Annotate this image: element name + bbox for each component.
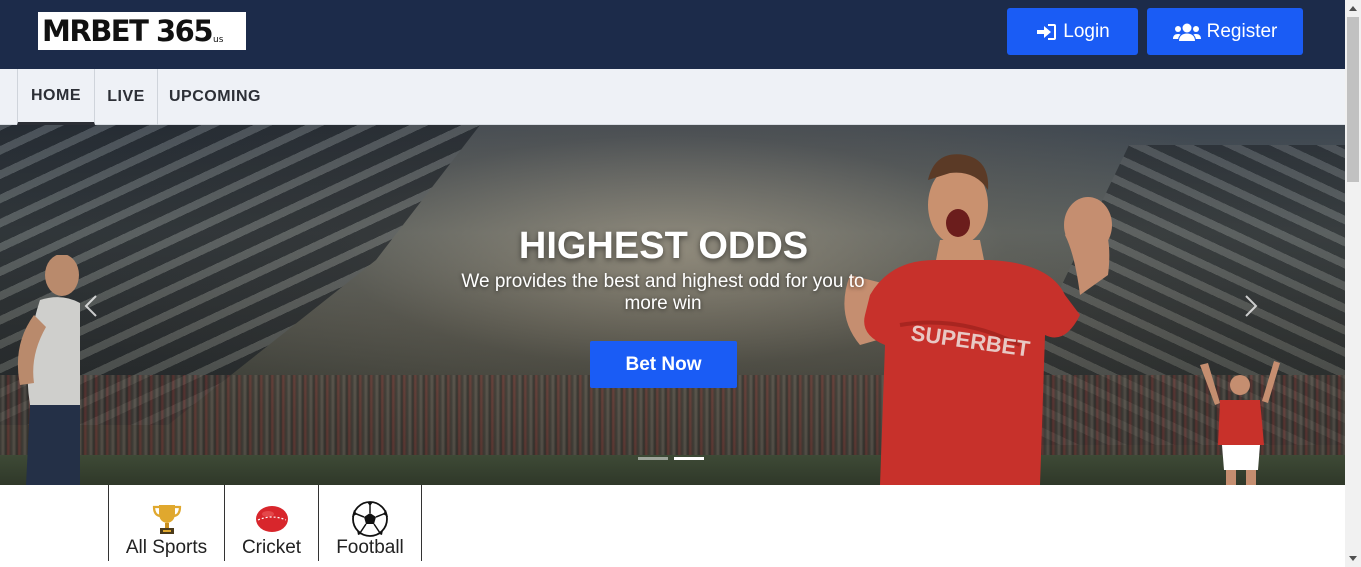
sports-tabs: All Sports Cricket Football [108, 485, 422, 567]
player-celebrating-image: SUPERBET [844, 154, 1112, 485]
scroll-thumb[interactable] [1347, 17, 1359, 182]
users-icon [1172, 23, 1201, 41]
nav-item-home[interactable]: HOME [17, 69, 95, 125]
scroll-up-icon [1349, 6, 1357, 11]
trophy-icon [152, 503, 182, 535]
carousel-prev-button[interactable] [80, 293, 104, 319]
tab-all-sports-label: All Sports [125, 537, 208, 558]
football-icon [350, 501, 390, 537]
scroll-down-icon [1349, 556, 1357, 561]
carousel-indicator-1[interactable] [638, 457, 668, 460]
page-scrollbar[interactable] [1345, 0, 1361, 567]
tab-football-label: Football [336, 537, 404, 558]
chevron-left-icon [84, 295, 97, 317]
hero-subtitle: We provides the best and highest odd for… [461, 271, 865, 314]
viewport-bottom-edge [0, 561, 1345, 567]
login-label: Login [1063, 20, 1110, 42]
register-label: Register [1206, 20, 1278, 42]
logo-suffix: us [213, 35, 224, 45]
tab-all-sports[interactable]: All Sports [108, 485, 224, 567]
cricket-ball-icon [255, 503, 289, 535]
logo-text: MRBET 365 [42, 13, 214, 48]
login-button[interactable]: Login [1007, 8, 1138, 55]
hero-title: HIGHEST ODDS [518, 225, 809, 267]
hero-carousel: SUPERBET HIGHEST ODDS We provides the be… [0, 125, 1345, 485]
nav-item-live[interactable]: LIVE [95, 69, 158, 125]
carousel-indicators [638, 457, 704, 460]
bet-now-button[interactable]: Bet Now [590, 341, 737, 388]
header: MRBET 365 us Login Register [0, 0, 1345, 69]
sign-in-icon [1035, 23, 1057, 41]
tab-cricket-label: Cricket [241, 537, 302, 558]
nav-item-upcoming[interactable]: UPCOMING [158, 69, 272, 125]
scroll-down-button[interactable] [1345, 551, 1361, 567]
logo[interactable]: MRBET 365 us [38, 12, 246, 50]
tab-football[interactable]: Football [318, 485, 422, 567]
player-left-image [17, 255, 80, 485]
scroll-up-button[interactable] [1345, 0, 1361, 16]
carousel-indicator-2[interactable] [674, 457, 704, 460]
tab-cricket[interactable]: Cricket [224, 485, 318, 567]
main-nav: HOME LIVE UPCOMING [0, 69, 1345, 125]
chevron-right-icon [1245, 295, 1258, 317]
register-button[interactable]: Register [1147, 8, 1303, 55]
page: MRBET 365 us Login Register HOME LIVE UP… [0, 0, 1361, 567]
player-right-image [1200, 361, 1280, 485]
carousel-next-button[interactable] [1238, 293, 1262, 319]
